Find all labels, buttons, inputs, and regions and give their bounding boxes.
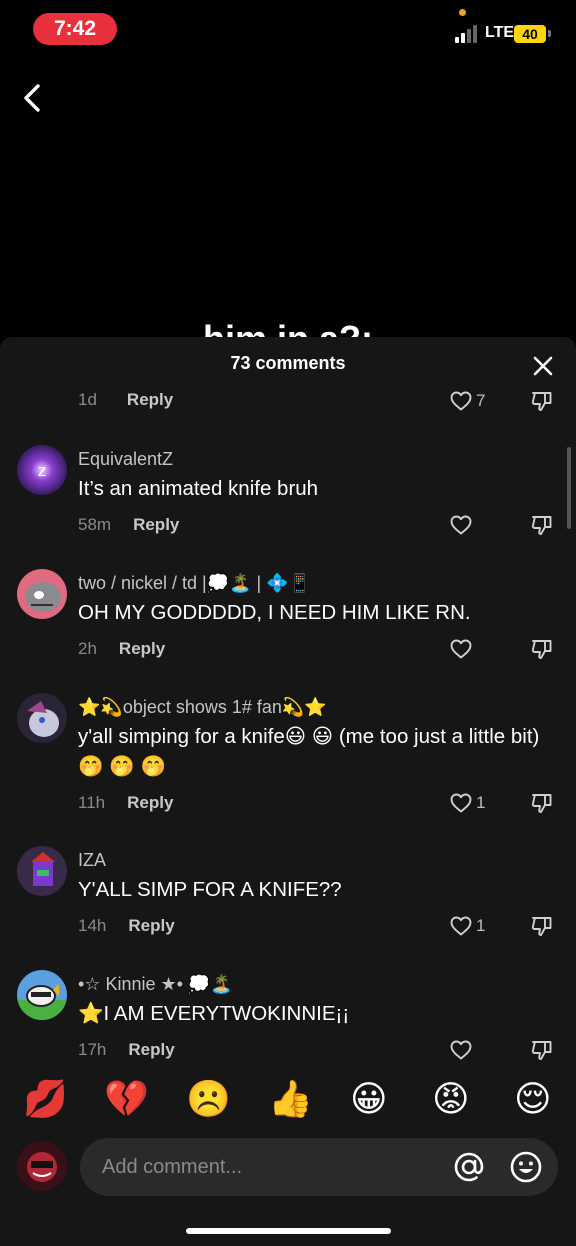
reply-button[interactable]: Reply — [133, 515, 179, 534]
my-avatar — [17, 1141, 67, 1191]
dislike-button[interactable] — [530, 513, 554, 542]
avatar[interactable] — [17, 970, 67, 1020]
dislike-icon — [530, 513, 554, 537]
like-count: 7 — [476, 391, 486, 410]
like-button[interactable]: 1 — [449, 791, 485, 815]
comment-meta: 1d Reply — [78, 390, 173, 410]
avatar[interactable] — [17, 693, 67, 743]
mention-button[interactable] — [452, 1150, 486, 1184]
like-button[interactable]: 1 — [449, 914, 485, 938]
comment-text: It’s an animated knife bruh — [78, 477, 319, 500]
avatar[interactable] — [17, 846, 67, 896]
dislike-button[interactable] — [530, 1038, 554, 1067]
smiley-icon — [510, 1151, 542, 1183]
comment-text: OH MY GODDDDD, I NEED HIM LIKE RN. — [78, 601, 471, 624]
like-button[interactable] — [449, 637, 476, 661]
dislike-button[interactable] — [530, 914, 554, 943]
heart-icon — [449, 637, 473, 661]
reply-button[interactable]: Reply — [127, 793, 173, 812]
comments-count-title: 73 comments — [230, 353, 346, 373]
comment-meta: 2h Reply — [78, 639, 165, 659]
comment-time: 11h — [78, 793, 106, 812]
comment-meta: 58m Reply — [78, 515, 179, 535]
comment-input[interactable] — [80, 1138, 558, 1196]
signal-icon — [455, 25, 481, 43]
network-label: LTE — [485, 24, 515, 41]
status-bar: 7:42 LTE 40 — [0, 0, 576, 64]
svg-text:ᴢ: ᴢ — [38, 461, 46, 480]
comment-meta: 17h Reply — [78, 1040, 175, 1060]
like-button[interactable] — [449, 513, 476, 537]
dislike-icon — [530, 914, 554, 938]
emoji-frown-icon[interactable]: ☹️ — [186, 1075, 231, 1123]
heart-icon — [449, 513, 473, 537]
scrollbar[interactable] — [567, 447, 571, 529]
heart-icon — [449, 791, 473, 815]
comment-time: 14h — [78, 916, 107, 935]
reply-button[interactable]: Reply — [128, 916, 174, 935]
comment-input-row — [0, 1133, 576, 1203]
comment-username[interactable]: IZA — [78, 850, 106, 871]
emoji-grin-icon[interactable]: 😀 — [350, 1075, 388, 1123]
close-icon — [533, 356, 553, 376]
mic-indicator-icon — [459, 9, 466, 16]
back-button[interactable] — [16, 80, 48, 116]
comment-text: y'all simping for a knife😃 😃 (me too jus… — [78, 725, 540, 778]
like-count: 1 — [476, 916, 486, 935]
at-sign-icon — [454, 1152, 484, 1182]
dislike-icon — [530, 389, 554, 413]
comment-time: 1d — [78, 390, 97, 409]
comment-time: 2h — [78, 639, 97, 658]
dislike-icon — [530, 1038, 554, 1062]
comment-time: 17h — [78, 1040, 107, 1059]
emoji-angry-icon[interactable]: 😡 — [432, 1075, 470, 1123]
reply-button[interactable]: Reply — [119, 639, 165, 658]
emoji-thumbs-up-icon[interactable]: 👍 — [268, 1075, 313, 1123]
home-indicator[interactable] — [186, 1228, 391, 1234]
reply-button[interactable]: Reply — [128, 1040, 174, 1059]
emoji-broken-heart-icon[interactable]: 💔 — [104, 1075, 149, 1123]
like-button[interactable]: 7 — [449, 389, 485, 413]
comment-meta: 11h Reply — [78, 793, 173, 813]
comment-meta: 14h Reply — [78, 916, 175, 936]
comment-username[interactable]: EquivalentZ — [78, 449, 173, 470]
emoji-relieved-icon[interactable]: 😌 — [514, 1075, 552, 1123]
heart-icon — [449, 1038, 473, 1062]
heart-icon — [449, 389, 473, 413]
comment-username[interactable]: ⭐💫object shows 1# fan💫⭐ — [78, 697, 327, 718]
like-count: 1 — [476, 793, 486, 812]
battery-tip — [548, 30, 551, 37]
status-time: 7:42 — [33, 13, 117, 45]
quick-emoji-bar: 💋 💔 ☹️ 👍 😀 😡 😌 — [0, 1075, 576, 1123]
battery-icon: 40 — [514, 25, 546, 43]
dislike-icon — [530, 637, 554, 661]
chevron-left-icon — [24, 84, 40, 112]
avatar[interactable]: ᴢ — [17, 445, 67, 495]
emoji-kiss-icon[interactable]: 💋 — [23, 1075, 68, 1123]
comment-time: 58m — [78, 515, 112, 534]
comment-text: Y'ALL SIMP FOR A KNIFE?? — [78, 878, 342, 901]
comment-username[interactable]: two / nickel / td |💭🏝️ | 💠📱 — [78, 573, 311, 594]
dislike-button[interactable] — [530, 637, 554, 666]
close-button[interactable] — [530, 353, 556, 379]
heart-icon — [449, 914, 473, 938]
avatar[interactable] — [17, 569, 67, 619]
comment-username[interactable]: •☆ Kinnie ★• 💭🏝️ — [78, 974, 233, 995]
dislike-icon — [530, 791, 554, 815]
comment-text: ⭐I AM EVERYTWOKINNIE¡¡ — [78, 1002, 350, 1025]
dislike-button[interactable] — [530, 791, 554, 820]
emoji-picker-button[interactable] — [508, 1149, 544, 1185]
dislike-button[interactable] — [530, 389, 554, 418]
reply-button[interactable]: Reply — [127, 390, 173, 409]
like-button[interactable] — [449, 1038, 476, 1062]
